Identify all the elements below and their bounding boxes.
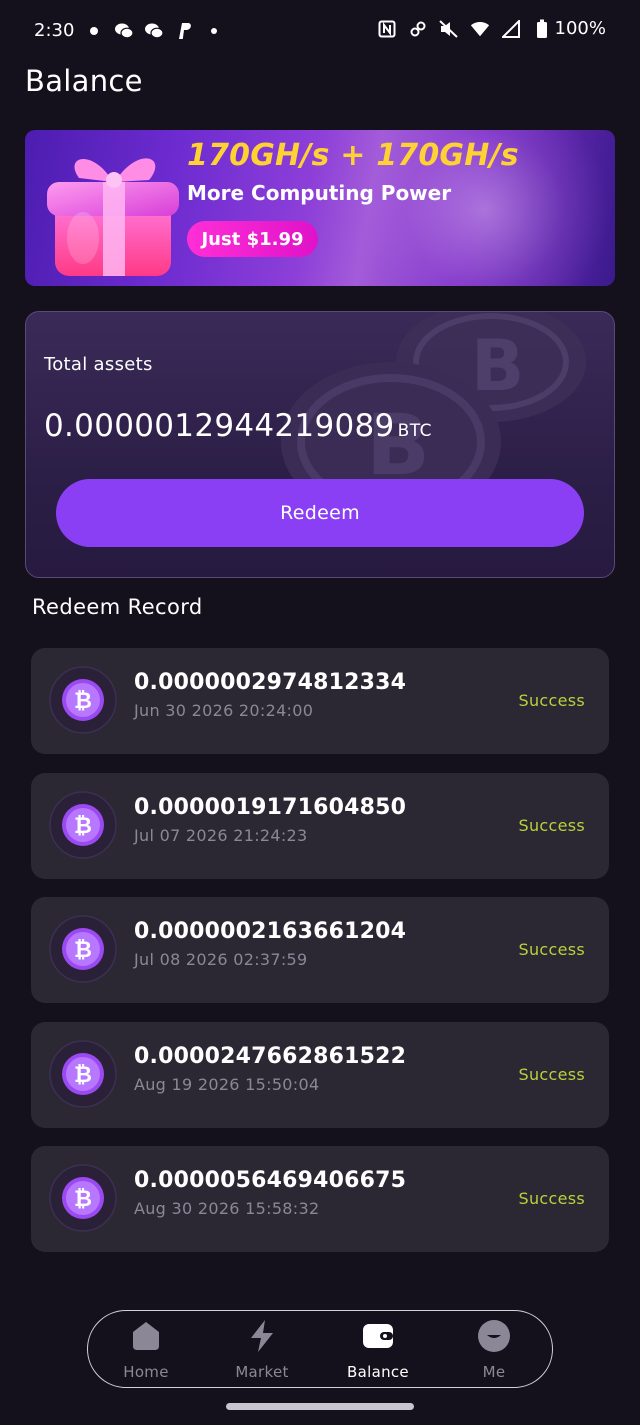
- record-amount: 0.0000247662861522: [134, 1043, 407, 1069]
- record-item[interactable]: ₿ 0.0000002163661204 Jul 08 2026 02:37:5…: [31, 897, 609, 1003]
- svg-text:₿: ₿: [74, 689, 92, 714]
- nav-item-balance[interactable]: Balance: [320, 1311, 436, 1389]
- nav-label: Market: [235, 1363, 289, 1381]
- record-status: Success: [518, 1064, 585, 1084]
- record-date: Jul 07 2026 21:24:23: [134, 825, 308, 845]
- home-indicator[interactable]: [226, 1403, 414, 1410]
- profile-icon: [478, 1320, 510, 1352]
- wallet-icon: [363, 1324, 393, 1348]
- nfc-icon: [377, 19, 397, 39]
- bitcoin-coin-icon: ₿: [49, 1164, 117, 1232]
- record-item[interactable]: ₿ 0.0000019171604850 Jul 07 2026 21:24:2…: [31, 772, 609, 879]
- battery-icon: [532, 19, 552, 39]
- redeem-record-title: Redeem Record: [32, 595, 203, 619]
- record-status: Success: [518, 691, 585, 710]
- nav-item-me[interactable]: Me: [436, 1311, 552, 1389]
- wechat-icon: [114, 21, 135, 41]
- record-date: Aug 30 2026 15:58:32: [134, 1199, 320, 1218]
- record-item[interactable]: ₿ 0.0000247662861522 Aug 19 2026 15:50:0…: [31, 1021, 609, 1128]
- paypal-icon: [174, 21, 194, 41]
- record-amount: 0.0000056469406675: [134, 1168, 407, 1193]
- record-amount: 0.0000002974812334: [134, 670, 407, 695]
- record-status: Success: [518, 815, 585, 835]
- home-icon: [133, 1322, 159, 1350]
- wechat-icon: [144, 21, 165, 41]
- mute-icon: [438, 19, 459, 39]
- promo-price-button[interactable]: Just $1.99: [187, 221, 318, 257]
- status-time: 2:30: [34, 20, 75, 41]
- lightning-icon: [251, 1320, 273, 1352]
- record-item[interactable]: ₿ 0.0000056469406675 Aug 30 2026 15:58:3…: [31, 1146, 609, 1252]
- record-amount: 0.0000019171604850: [134, 794, 407, 820]
- bitcoin-coin-icon: ₿: [49, 666, 117, 734]
- total-assets-label: Total assets: [44, 354, 153, 375]
- record-date: Jul 08 2026 02:37:59: [134, 950, 308, 969]
- bottom-nav: Home Market Balance Me: [87, 1310, 553, 1388]
- total-assets-card: B B Total assets 0.0000012944219089 BTC R…: [25, 311, 615, 578]
- status-bar-right: 100%: [377, 18, 606, 39]
- nav-label: Home: [123, 1363, 169, 1381]
- record-date: Aug 19 2026 15:50:04: [134, 1074, 320, 1094]
- bitcoin-coin-icon: ₿: [49, 1039, 117, 1108]
- promo-subtitle: More Computing Power: [187, 181, 452, 205]
- battery-percent: 100%: [554, 18, 606, 39]
- page-title: Balance: [25, 64, 143, 98]
- promo-banner[interactable]: 170GH/s + 170GH/s More Computing Power J…: [25, 130, 615, 286]
- total-assets-value: 0.0000012944219089: [44, 408, 395, 444]
- redeem-record-list: ₿ 0.0000002974812334 Jun 30 2026 20:24:0…: [31, 648, 609, 1271]
- nav-item-market[interactable]: Market: [204, 1311, 320, 1389]
- bitcoin-coin-icon: ₿: [49, 915, 117, 983]
- record-date: Jun 30 2026 20:24:00: [134, 701, 314, 720]
- balance-screen: 2:30 100% Balance 170GH/s + 170GH/s More…: [0, 0, 640, 1425]
- total-assets-unit: BTC: [397, 421, 432, 441]
- status-bar-left: 2:30: [34, 20, 224, 41]
- nav-item-home[interactable]: Home: [88, 1311, 204, 1389]
- redeem-button[interactable]: Redeem: [56, 479, 584, 547]
- gift-icon: [47, 158, 179, 276]
- small-dot-icon: [204, 21, 224, 41]
- record-status: Success: [518, 940, 585, 959]
- svg-text:₿: ₿: [74, 938, 92, 963]
- record-item[interactable]: ₿ 0.0000002974812334 Jun 30 2026 20:24:0…: [31, 648, 609, 754]
- promo-headline: 170GH/s + 170GH/s: [187, 138, 519, 173]
- svg-text:₿: ₿: [74, 814, 92, 839]
- svg-text:₿: ₿: [74, 1187, 92, 1212]
- nav-label: Me: [482, 1363, 506, 1381]
- nav-label: Balance: [347, 1363, 409, 1381]
- record-amount: 0.0000002163661204: [134, 919, 407, 944]
- svg-text:₿: ₿: [74, 1063, 92, 1088]
- wifi-icon: [470, 19, 490, 39]
- signal-icon: [501, 19, 521, 39]
- status-bar: 2:30 100%: [0, 0, 640, 64]
- bitcoin-coin-icon: ₿: [49, 790, 117, 859]
- dot-icon: [84, 21, 104, 41]
- record-status: Success: [518, 1189, 585, 1208]
- link-icon: [408, 19, 428, 39]
- total-assets-amount: 0.0000012944219089 BTC: [44, 408, 432, 444]
